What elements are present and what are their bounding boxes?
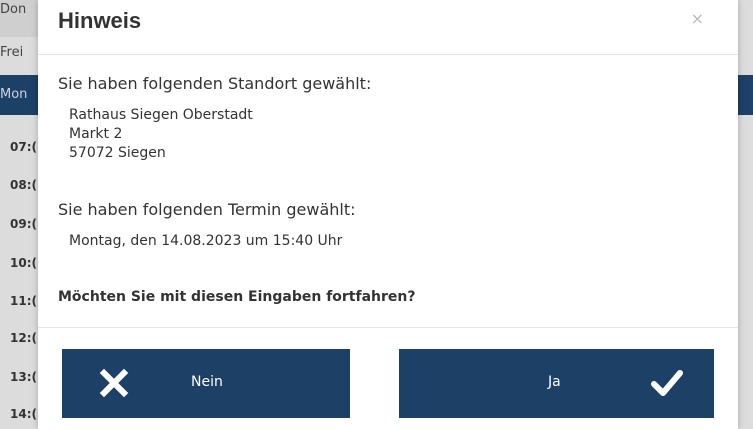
location-city: 57072 Siegen	[69, 145, 166, 161]
modal-title: Hinweis	[58, 8, 142, 33]
confirmation-modal: Hinweis × Sie haben folgenden Standort g…	[38, 0, 738, 429]
background-filter-label: Frei	[0, 45, 24, 60]
time-slot-label: 12:(	[10, 331, 37, 345]
time-slot-label: 13:(	[10, 370, 37, 384]
modal-header: Hinweis ×	[38, 0, 738, 55]
no-button[interactable]: Nein	[62, 349, 350, 418]
checkmark-icon	[651, 370, 683, 396]
time-slot-label: 07:(	[10, 140, 37, 154]
confirm-question: Möchten Sie mit diesen Eingaben fortfahr…	[58, 289, 416, 305]
time-slot-label: 10:(	[10, 256, 37, 270]
calendar-day-label: Mon	[0, 87, 28, 102]
location-heading: Sie haben folgenden Standort gewählt:	[58, 74, 372, 93]
time-slot-label: 14:(	[10, 407, 37, 421]
x-icon	[99, 368, 129, 398]
time-slot-label: 09:(	[10, 217, 37, 231]
location-name: Rathaus Siegen Oberstadt	[69, 107, 253, 123]
no-button-label: Nein	[191, 374, 223, 390]
yes-button[interactable]: Ja	[399, 349, 714, 418]
time-slot-label: 11:(	[10, 294, 37, 308]
location-address: Rathaus Siegen Oberstadt Markt 2 57072 S…	[69, 106, 253, 163]
modal-footer-divider	[38, 327, 738, 328]
yes-button-label: Ja	[548, 374, 561, 390]
time-slot-label: 08:(	[10, 178, 37, 192]
appointment-datetime: Montag, den 14.08.2023 um 15:40 Uhr	[69, 233, 343, 249]
location-street: Markt 2	[69, 126, 123, 142]
appointment-heading: Sie haben folgenden Termin gewählt:	[58, 200, 356, 219]
close-button[interactable]: ×	[685, 8, 710, 29]
background-tab-label: Don	[0, 2, 27, 17]
